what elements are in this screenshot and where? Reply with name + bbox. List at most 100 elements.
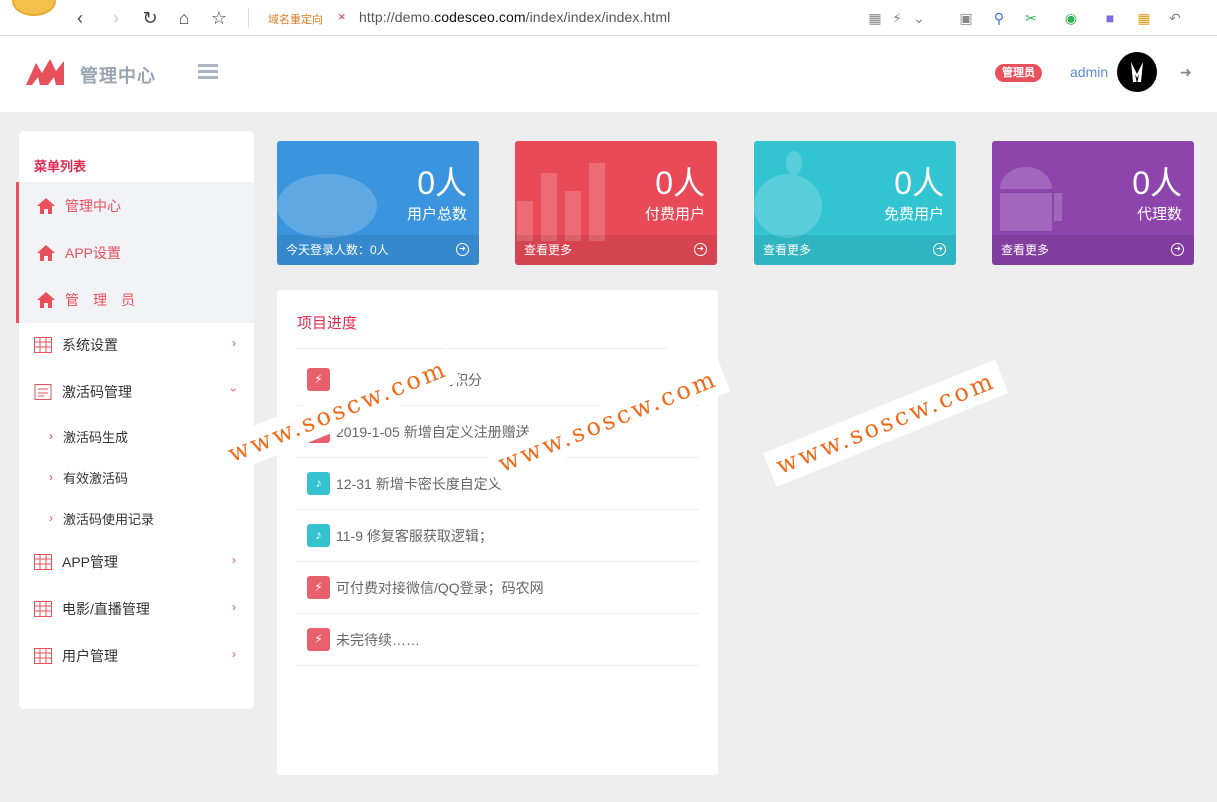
- arrow-circle-icon: ➜: [456, 243, 469, 256]
- sidebar-item-label: APP设置: [65, 244, 122, 261]
- project-progress-panel: 项目进度 ⚡ 邀请奖励积分 ⚡ 2019-1-05 新增自定义注册赠送 ♪ 12…: [277, 290, 718, 775]
- stat-value: 0人: [1132, 165, 1182, 201]
- sidebar-item-label: 用户管理: [62, 647, 118, 664]
- qr-icon[interactable]: ▦: [866, 9, 884, 27]
- search-icon[interactable]: ⚲: [990, 9, 1008, 27]
- flash-icon[interactable]: ⚡: [888, 9, 906, 27]
- tuxedo-icon: [1131, 62, 1143, 84]
- app-header: 管理中心 管理员 admin ➜: [0, 36, 1217, 112]
- address-bar[interactable]: http://demo.codesceo.com/index/index/ind…: [359, 9, 670, 25]
- list-item-text: 2019-1-05 新增自定义注册赠送: [336, 423, 530, 440]
- brand-title: 管理中心: [80, 66, 156, 86]
- redirect-label: 域名重定向: [268, 14, 323, 26]
- sidebar-subitem-generate-codes[interactable]: › 激活码生成: [49, 416, 128, 456]
- bell-icon: ♪: [307, 472, 330, 495]
- dropdown-icon[interactable]: ⌄: [910, 9, 928, 27]
- scissors-icon[interactable]: ✂: [1022, 9, 1040, 27]
- sidebar-item-system-settings[interactable]: 系统设置 ›: [16, 321, 254, 368]
- sidebar-item-label: 电影/直播管理: [62, 600, 150, 617]
- table-icon: [34, 336, 52, 353]
- sidebar-item-label: 系统设置: [62, 336, 118, 353]
- translate-icon[interactable]: ◉: [1062, 9, 1080, 27]
- stat-value: 0人: [894, 165, 944, 201]
- sidebar-subitem-label: 有效激活码: [63, 470, 129, 486]
- sidebar-item-user-management[interactable]: 用户管理 ›: [16, 632, 254, 679]
- sidebar-item-activation-codes[interactable]: 激活码管理 ›: [16, 368, 254, 415]
- bolt-icon: ⚡: [307, 628, 330, 651]
- sidebar-subitem-valid-codes[interactable]: › 有效激活码: [49, 457, 128, 497]
- avatar[interactable]: [1117, 52, 1157, 92]
- stat-card-paid-users: 0人 付费用户 查看更多 ➜: [515, 141, 717, 265]
- list-item-text: 未完待续……: [336, 631, 420, 648]
- sidebar-item-label: 管理中心: [65, 197, 121, 214]
- arrow-circle-icon: ➜: [1171, 243, 1184, 256]
- sidebar-subitem-code-usage-log[interactable]: › 激活码使用记录: [49, 498, 154, 538]
- stat-footer[interactable]: 查看更多 ➜: [515, 235, 717, 265]
- star-icon[interactable]: ☆: [209, 8, 229, 28]
- stat-value: 0人: [655, 165, 705, 201]
- stat-label: 用户总数: [406, 206, 467, 223]
- list-item: ⚡ 可付费对接微信/QQ登录；码农网: [297, 562, 699, 614]
- extension-icon[interactable]: ■: [1101, 9, 1119, 27]
- stat-label: 免费用户: [883, 206, 944, 223]
- brand-logo[interactable]: [26, 59, 64, 85]
- home-icon: [37, 291, 55, 308]
- bar-chart-icon: [517, 163, 605, 241]
- table-icon: [34, 600, 52, 617]
- back-icon[interactable]: ‹: [70, 8, 90, 28]
- browser-toolbar: ‹ › ↻ ⌂ ☆ 域名重定向 × http://demo.codesceo.c…: [0, 0, 1217, 36]
- url-separator: [248, 8, 249, 28]
- sidebar-subitem-label: 激活码生成: [63, 429, 129, 445]
- chevron-down-icon: ›: [227, 388, 241, 392]
- logout-icon[interactable]: ➜: [1180, 64, 1196, 80]
- sidebar: 菜单列表 管理中心 APP设置 管 理 员 系统设置 › 激活码管理 › › 激…: [16, 131, 254, 709]
- sidebar-item-app-management[interactable]: APP管理 ›: [16, 538, 254, 585]
- list-item-text: 12-31 新增卡密长度自定义: [336, 475, 502, 492]
- home-icon[interactable]: ⌂: [174, 8, 194, 28]
- sidebar-title: 菜单列表: [34, 159, 87, 174]
- arrow-circle-icon: ➜: [694, 243, 707, 256]
- stat-label: 代理数: [1136, 206, 1182, 223]
- list-item: ♪ 11-9 修复客服获取逻辑；: [297, 510, 699, 562]
- undo-icon[interactable]: ↶: [1166, 9, 1184, 27]
- reload-icon[interactable]: ↻: [140, 8, 160, 28]
- stat-value: 0人: [417, 165, 467, 201]
- arrow-circle-icon: ➜: [933, 243, 946, 256]
- stat-card-total-users: 0人 用户总数 今天登录人数：0人 ➜: [277, 141, 479, 265]
- stat-label: 付费用户: [644, 206, 705, 223]
- stat-card-agents: 0人 代理数 查看更多 ➜: [992, 141, 1194, 265]
- stat-card-free-users: 0人 免费用户 查看更多 ➜: [754, 141, 956, 265]
- browser-logo-icon: [12, 0, 56, 16]
- role-badge: 管理员: [995, 64, 1042, 82]
- sidebar-item-movie-live[interactable]: 电影/直播管理 ›: [16, 585, 254, 632]
- chevron-right-icon: ›: [49, 511, 53, 525]
- chevron-right-icon: ›: [232, 336, 236, 350]
- sidebar-item-administrators[interactable]: 管 理 员: [16, 276, 254, 323]
- forward-icon[interactable]: ›: [106, 8, 126, 28]
- sidebar-item-app-settings[interactable]: APP设置: [16, 229, 254, 276]
- stat-footer[interactable]: 查看更多 ➜: [992, 235, 1194, 265]
- sidebar-subitem-label: 激活码使用记录: [63, 511, 155, 527]
- android-icon: [1000, 167, 1062, 231]
- list-item-text: 可付费对接微信/QQ登录；码农网: [336, 579, 544, 596]
- list-item-text: 11-9 修复客服获取逻辑；: [336, 527, 493, 544]
- stat-footer[interactable]: 今天登录人数：0人 ➜: [277, 235, 479, 265]
- sidebar-item-admin-center[interactable]: 管理中心: [16, 182, 254, 229]
- list-item: ⚡ 未完待续……: [297, 614, 699, 666]
- panel-title: 项目进度: [297, 315, 358, 332]
- screenshot-icon[interactable]: ▣: [957, 9, 975, 27]
- username-link[interactable]: admin: [1070, 64, 1108, 80]
- menu-toggle-icon[interactable]: [198, 64, 218, 80]
- bolt-icon: ⚡: [307, 368, 330, 391]
- stat-footer[interactable]: 查看更多 ➜: [754, 235, 956, 265]
- insecure-icon[interactable]: ×: [338, 9, 346, 24]
- chevron-right-icon: ›: [232, 553, 236, 567]
- chevron-right-icon: ›: [232, 647, 236, 661]
- apps-icon[interactable]: ▦: [1135, 9, 1153, 27]
- sidebar-item-label: 激活码管理: [62, 383, 132, 400]
- chevron-right-icon: ›: [49, 429, 53, 443]
- chevron-right-icon: ›: [232, 600, 236, 614]
- home-icon: [37, 197, 55, 214]
- apple-icon: [754, 151, 822, 238]
- divider: [297, 348, 667, 349]
